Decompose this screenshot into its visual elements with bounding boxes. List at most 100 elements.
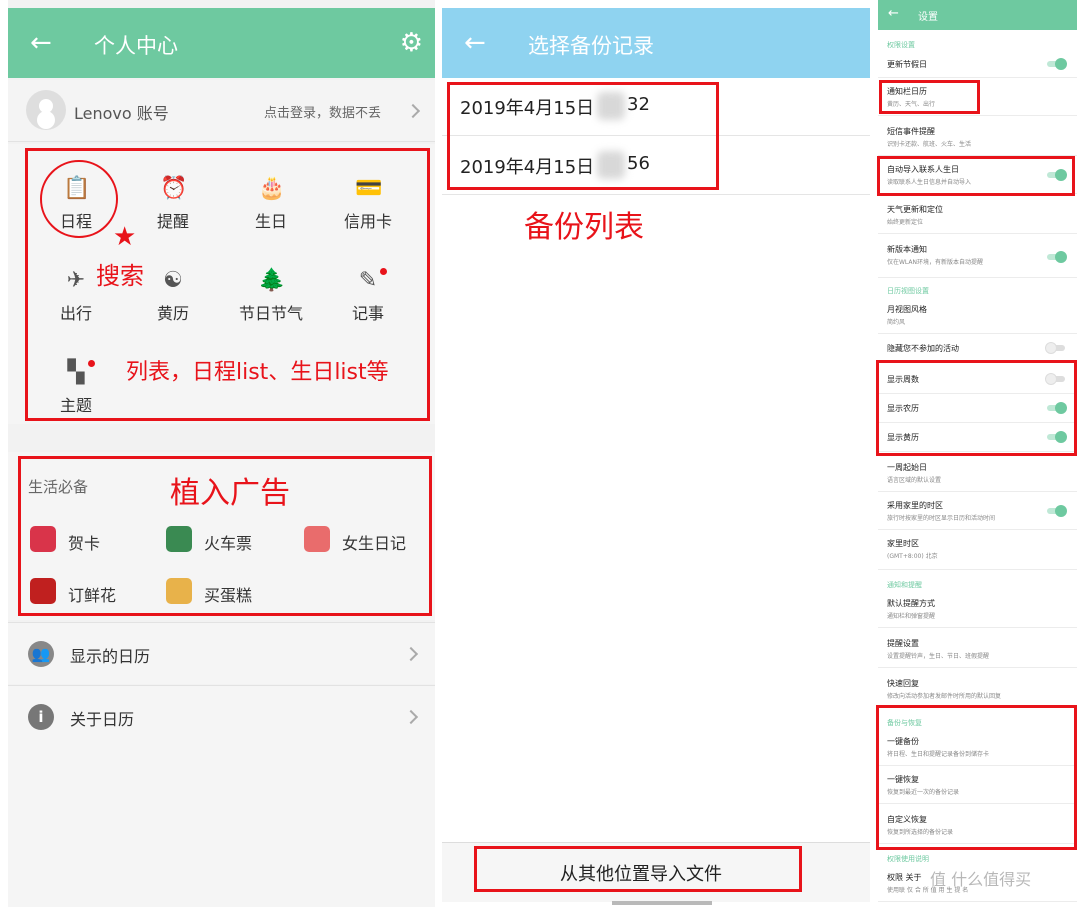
row-label: 显示的日历 [70,647,151,666]
settings-row[interactable]: 自定义恢复 恢复到所选择的备份记录 [878,808,1077,844]
settings-row[interactable]: 一键恢复 恢复到最近一次的备份记录 [878,768,1077,804]
settings-row-title: 显示黄历 [887,433,919,442]
settings-row[interactable]: 家里时区 (GMT+8:00) 北京 [878,532,1077,570]
grid-item-theme[interactable]: ▚ 主题 [28,360,124,416]
grid-item-label: 黄历 [156,304,189,323]
toggle-switch[interactable] [1045,431,1067,443]
settings-section-header: 日历视图设置 [887,287,929,295]
grid-item-birthday[interactable]: 🎂 生日 [223,176,319,232]
grid-item-reminder[interactable]: ⏰ 提醒 [125,176,221,232]
settings-row[interactable]: 一周起始日 语言区域的默认设置 [878,456,1077,492]
settings-row-description: 始终更新定位 [887,219,924,226]
credit-card-icon: 💳 [355,176,383,201]
alarm-clock-icon: ⏰ [160,176,188,201]
settings-row[interactable]: 新版本通知 仅在WLAN环境，有新版本自动提醒 [878,238,1077,278]
settings-row-title: 显示农历 [887,404,919,413]
settings-row[interactable]: 自动导入联系人生日 读取联系人生日信息并自动导入 [878,158,1077,194]
grid-item-label: 主题 [59,396,92,415]
watermark: 值 什么值得买 [930,870,1032,889]
settings-row[interactable]: 显示周数 [878,366,1077,394]
backup-record[interactable]: 2019年4月15日 32 [442,78,870,136]
settings-row[interactable]: 提醒设置 设置提醒铃声，生日、节日、班假提醒 [878,632,1077,668]
toggle-switch[interactable] [1045,58,1067,70]
toggle-switch[interactable] [1045,402,1067,414]
settings-row-title: 家里时区 [887,539,919,548]
star-icon: ★ [113,222,137,252]
row-label: 关于日历 [70,710,135,729]
settings-row[interactable]: 短信事件提醒 识别卡还款、航班、火车、生活 [878,120,1077,156]
toggle-switch[interactable] [1045,251,1067,263]
life-item-label: 贺卡 [68,534,101,553]
toggle-switch[interactable] [1045,505,1067,517]
settings-row-title: 显示周数 [887,375,919,384]
settings-row-description: 设置提醒铃声，生日、节日、班假提醒 [887,653,990,660]
annotation-list: 列表，日程list、生日list等 [126,360,389,385]
toggle-switch[interactable] [1045,342,1067,354]
gear-icon[interactable]: ⚙ [400,29,423,57]
settings-row[interactable]: 默认提醒方式 通知栏和弹窗提醒 [878,592,1077,628]
settings-row[interactable]: 采用家里的时区 旅行时按家里的时区显示日历和活动时间 [878,494,1077,530]
import-file-button[interactable]: 从其他位置导入文件 [442,842,870,902]
girl-icon [304,526,330,552]
toggle-switch[interactable] [1045,373,1067,385]
toggle-knob [1045,342,1057,354]
toggle-knob [1055,431,1067,443]
settings-row-description: 黄历、天气、出行 [887,101,936,108]
backup-record[interactable]: 2019年4月15日 56 [442,137,870,195]
back-arrow-icon[interactable]: ← [30,28,60,58]
settings-row[interactable]: 天气更新和定位 始终更新定位 [878,198,1077,234]
settings-row-title: 新版本通知 [887,245,927,254]
settings-row-description: (GMT+8:00) 北京 [887,553,938,560]
settings-row[interactable]: 通知栏日历 黄历、天气、出行 [878,80,1077,116]
chevron-right-icon [403,646,419,662]
grid-item-credit-card[interactable]: 💳 信用卡 [320,176,416,232]
toggle-knob [1055,58,1067,70]
nav-bar [612,901,712,905]
theme-icon: ▚ [67,360,85,385]
settings-section-header: 权限设置 [887,41,915,49]
settings-row-description: 将日程、生日和提醒记录备份到储存卡 [887,751,990,758]
grid-item-label: 节日节气 [238,304,303,323]
back-arrow-icon[interactable]: ← [888,6,899,21]
tree-icon: 🌲 [258,268,286,293]
cake-icon: 🎂 [258,176,286,201]
train-icon [166,526,192,552]
about-calendar-row[interactable]: i 关于日历 [8,685,435,907]
page-title: 选择备份记录 [528,34,654,58]
backup-header: ← 选择备份记录 [442,8,870,78]
settings-row[interactable]: 月视图风格 简约风 [878,298,1077,334]
personal-center-header: ← 个人中心 ⚙ [8,8,435,78]
settings-section-header: 权限使用说明 [887,855,929,863]
toggle-knob [1055,402,1067,414]
settings-row-title: 更新节假日 [887,60,927,69]
settings-row-title: 一键恢复 [887,775,919,784]
settings-row[interactable]: 显示黄历 [878,424,1077,452]
settings-row[interactable]: 快速回复 修改向活动参加者发邮件时所用的默认回复 [878,672,1077,708]
grid-item-festivals[interactable]: 🌲 节日节气 [223,268,319,324]
section-title: 生活必备 [28,478,89,496]
account-row[interactable]: Lenovo 账号 点击登录，数据不丢 [8,80,435,142]
back-arrow-icon[interactable]: ← [464,28,486,58]
pen-icon: ✎ [358,268,378,293]
settings-row-description: 语言区域的默认设置 [887,477,942,484]
settings-row[interactable]: 显示农历 [878,395,1077,423]
settings-row-title: 天气更新和定位 [887,205,943,214]
grid-item-notes[interactable]: ✎ 记事 [320,268,416,324]
toggle-knob [1055,251,1067,263]
settings-row-title: 自动导入联系人生日 [887,165,959,174]
settings-row-title: 一键备份 [887,737,919,746]
yin-yang-icon: ☯ [163,268,183,293]
backup-date: 2019年4月15日 [460,98,595,119]
settings-row[interactable]: 一键备份将日程、生日和提醒记录备份到储存卡 [878,730,1077,766]
annotation-backup-list: 备份列表 [524,210,644,245]
redacted-time [597,92,625,120]
toggle-switch[interactable] [1045,169,1067,181]
life-item-label: 订鲜花 [68,586,117,605]
info-icon: i [28,704,54,730]
settings-row-description: 旅行时按家里的时区显示日历和活动时间 [887,515,996,522]
settings-row[interactable]: 更新节假日 [878,52,1077,78]
displayed-calendars-row[interactable]: 👥 显示的日历 [8,622,435,684]
settings-row-title: 默认提醒方式 [887,599,935,608]
settings-row[interactable]: 隐藏您不参加的活动 [878,336,1077,362]
annotation-circle [40,160,118,238]
